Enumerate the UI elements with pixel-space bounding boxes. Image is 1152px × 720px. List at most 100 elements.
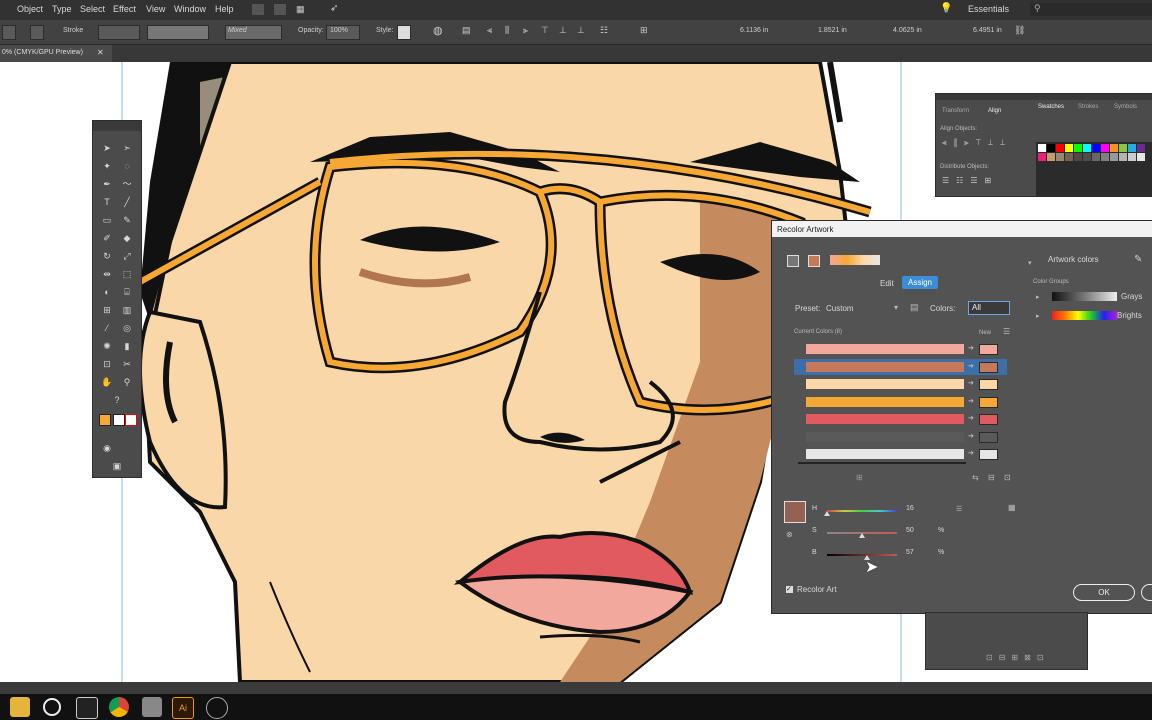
document-tab[interactable]: 0% (CMYK/GPU Preview) ✕ [0,45,112,62]
lightbulb-icon[interactable]: 💡 [940,3,952,14]
variable-width-profile[interactable] [147,25,209,40]
type-tool-icon[interactable]: T [101,197,113,208]
dialog-title-bar[interactable]: Recolor Artwork [772,221,1152,237]
store-icon[interactable] [142,697,162,717]
current-color-bar[interactable] [806,396,964,407]
magic-wand-tool-icon[interactable]: ✦ [101,161,113,172]
tab-symbols[interactable]: Symbols [1114,104,1137,110]
current-color-bar[interactable] [806,379,964,389]
tools-panel-header[interactable] [93,121,141,131]
recolor-icon[interactable]: ◍ [433,24,443,37]
limit-colors-icon[interactable]: ▦ [1008,503,1016,512]
swatch-chip[interactable] [1065,144,1073,152]
merge-colors-icon[interactable]: ⊞ [856,473,863,482]
tab-transform[interactable]: Transform [942,108,969,114]
illustrator-icon[interactable]: Ai [172,697,194,719]
free-transform-tool-icon[interactable]: ⬚ [121,269,133,280]
preset-dropdown[interactable]: Custom [826,304,854,313]
menu-window[interactable]: Window [174,4,206,14]
rotate-tool-icon[interactable]: ↻ [101,251,113,262]
gamut-warning-icon[interactable]: ⊗ [786,530,793,539]
swatch-chip[interactable] [1119,144,1127,152]
line-tool-icon[interactable]: ╱ [121,197,133,208]
pen-tool-icon[interactable]: ✒ [101,179,113,190]
hue-slider[interactable] [827,510,897,512]
new-color-swatch[interactable] [979,361,998,373]
swatch-chip[interactable] [1056,153,1064,161]
edit-toolbar-icon[interactable]: ? [111,395,123,406]
swatch-chip[interactable] [1074,144,1082,152]
current-color-bar[interactable] [806,449,964,459]
colors-count-field[interactable]: All [968,301,1010,315]
new-color-swatch[interactable] [979,431,998,443]
new-color-swatch[interactable] [979,379,998,390]
panel-header[interactable] [936,94,1152,100]
eraser-tool-icon[interactable]: ◆ [121,233,133,244]
recolor-art-label[interactable]: Recolor Art [797,585,837,594]
gpu-performance-icon[interactable]: ➶ [330,3,338,14]
swatch-chip[interactable] [1038,144,1046,152]
curvature-tool-icon[interactable]: 〜 [121,179,133,190]
rectangle-tool-icon[interactable]: ▭ [101,215,113,226]
menu-select[interactable]: Select [80,4,105,14]
swatch-chip[interactable] [1083,153,1091,161]
grays-group-swatches[interactable] [1052,292,1117,301]
color-reduction-options-icon[interactable]: ▤ [910,302,919,313]
swatch-chip[interactable] [1047,144,1055,152]
recolor-art-checkbox[interactable]: ✓ [786,586,793,593]
selected-group-swatch[interactable] [787,255,799,267]
stroke-label[interactable]: Stroke [63,27,83,34]
y-position-value[interactable]: 1.8521 in [818,27,847,34]
cancel-button[interactable] [1141,584,1152,601]
bridge-icon[interactable] [252,4,264,15]
current-color-bar[interactable] [806,344,964,354]
grays-expand-icon[interactable]: ▸ [1036,293,1040,301]
artboard-tool-icon[interactable]: ⊡ [101,359,113,370]
selection-tool-icon[interactable]: ➤ [101,143,113,154]
assign-arrow-icon[interactable]: ➔ [968,414,974,422]
brights-group-swatches[interactable] [1052,311,1117,320]
arrange-documents-icon[interactable]: ▦ [296,4,312,15]
assign-arrow-icon[interactable]: ➔ [968,432,974,440]
current-color-bar[interactable] [806,414,964,424]
swatches-grid[interactable] [1036,142,1152,196]
fill-color-swatch[interactable] [99,414,111,426]
align-center-icon[interactable]: ⫼ [505,25,509,36]
width-value[interactable]: 4.0625 in [893,27,922,34]
shape-builder-tool-icon[interactable]: ◐ [101,287,113,298]
close-tab-icon[interactable]: ✕ [97,48,104,57]
tab-swatches[interactable]: Swatches [1038,104,1064,110]
saturation-value[interactable]: 50 [906,527,914,534]
draw-mode-icon[interactable]: ◉ [101,443,113,454]
height-value[interactable]: 6.4951 in [973,27,1002,34]
menu-object[interactable]: Object [17,4,43,14]
tab-align[interactable]: Align [988,108,1001,114]
tab-assign[interactable]: Assign [902,276,938,289]
file-explorer-icon[interactable] [10,697,30,717]
obs-icon[interactable] [43,698,61,716]
opacity-label[interactable]: Opacity: [298,27,324,34]
symbol-sprayer-tool-icon[interactable]: ✺ [101,341,113,352]
preset-dropdown-arrow-icon[interactable]: ▾ [894,303,898,312]
swatch-chip[interactable] [1128,153,1136,161]
menu-help[interactable]: Help [215,4,234,14]
chrome-icon[interactable] [109,697,129,717]
group-grays-label[interactable]: Grays [1121,292,1142,301]
column-options-icon[interactable]: ☰ [1003,327,1010,336]
align-to-icon[interactable]: ▤ [462,25,471,36]
align-top-icon[interactable]: ⊤ [541,25,549,36]
swatch-chip[interactable] [1065,153,1073,161]
none-color-swatch[interactable] [125,414,137,426]
gradient-tool-icon[interactable]: ▥ [121,305,133,316]
swatch-chip[interactable] [1056,144,1064,152]
get-colors-eyedropper-icon[interactable]: ✎ [1134,254,1142,265]
assign-arrow-icon[interactable]: ➔ [968,362,974,370]
layers-panel-buttons[interactable]: ⊡⊟⊞⊠⊡ [986,653,1050,662]
fill-swatch[interactable] [2,25,16,40]
shaper-tool-icon[interactable]: ✐ [101,233,113,244]
screen-mode-icon[interactable]: ▣ [111,461,123,472]
current-color-bar[interactable] [806,431,964,442]
swatch-chip[interactable] [1092,153,1100,161]
x-position-value[interactable]: 6.1136 in [740,27,768,34]
swatch-chip[interactable] [1110,153,1118,161]
